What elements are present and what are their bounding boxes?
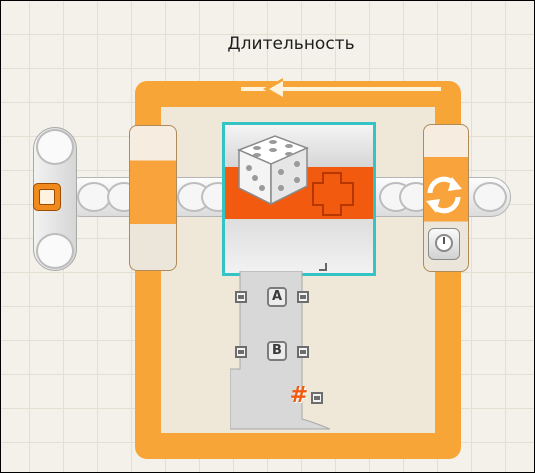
port-label-b: B [267,341,287,361]
random-block-bottom [225,219,373,273]
start-pad-ring [36,233,74,269]
program-canvas[interactable]: Длительность A B # [0,0,535,473]
start-icon-inner [39,189,55,205]
loop-cycle-icon [426,176,462,214]
timer-hand [443,237,445,244]
beam-ring [77,182,111,212]
loop-title: Длительность [227,34,355,54]
loop-begin-pillar[interactable] [129,125,177,271]
start-pad-ring [36,129,74,165]
dice-icon [237,135,309,206]
port-label-number: # [289,383,309,408]
output-plug-a[interactable] [297,291,309,303]
port-label-a: A [267,287,287,307]
loop-return-arrow-highlight [269,81,283,97]
output-plug-b[interactable] [297,346,309,358]
beam-ring [473,182,507,212]
block-expand-corner[interactable] [319,263,327,271]
number-plug-icon [312,172,354,216]
output-plug-number[interactable] [311,392,323,404]
input-plug-b[interactable] [235,346,247,358]
input-plug-a[interactable] [235,291,247,303]
